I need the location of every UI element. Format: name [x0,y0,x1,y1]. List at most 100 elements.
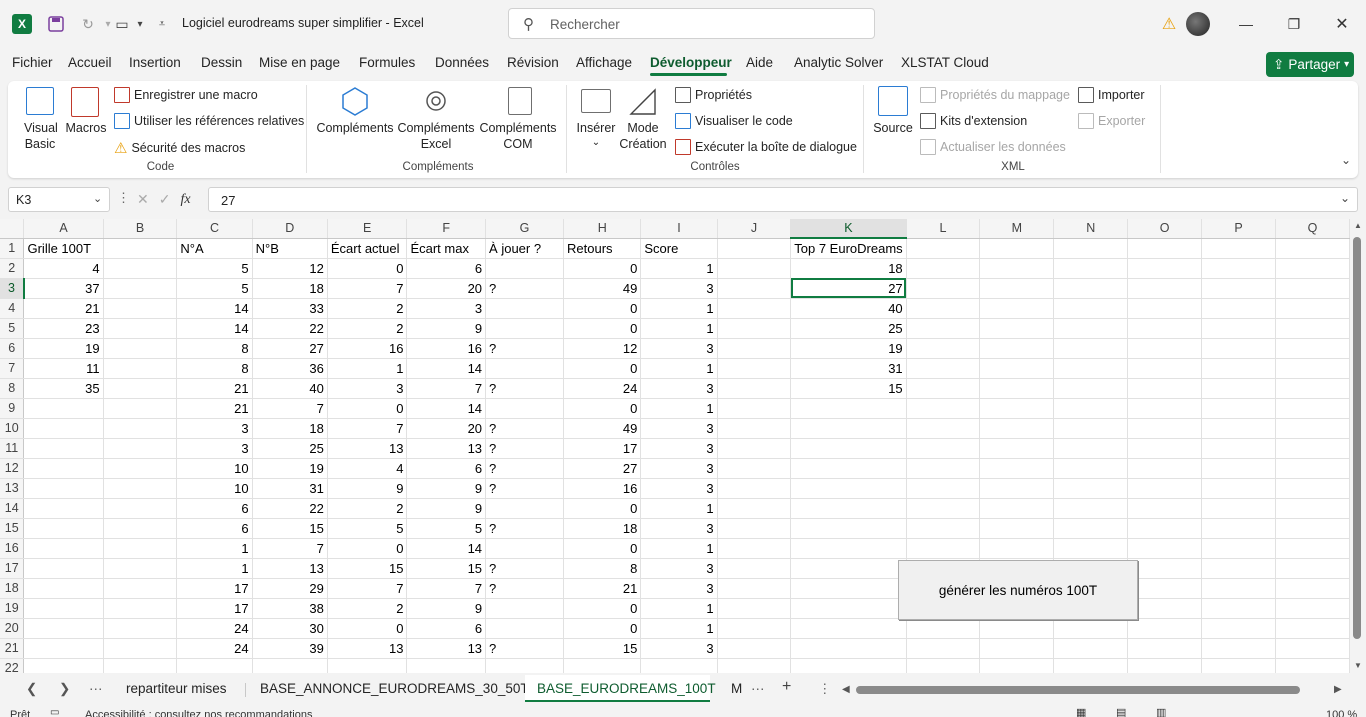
cell-j10[interactable] [717,418,792,439]
tab-xlstat-cloud[interactable]: XLSTAT Cloud [901,55,989,70]
cell-b2[interactable] [103,258,178,279]
tab-dessin[interactable]: Dessin [201,55,242,70]
cell-e20[interactable]: 0 [327,618,408,639]
cell-d21[interactable]: 39 [252,638,328,659]
cell-n10[interactable] [1053,418,1129,439]
cell-a8[interactable]: 35 [23,378,104,399]
cell-g20[interactable] [485,618,565,639]
cell-c17[interactable]: 1 [176,558,253,579]
cell-f18[interactable]: 7 [406,578,487,599]
cell-q9[interactable] [1275,398,1350,419]
cell-b10[interactable] [103,418,178,439]
cell-e7[interactable]: 1 [327,358,408,379]
cell-i22[interactable] [640,658,718,673]
cell-e9[interactable]: 0 [327,398,408,419]
cell-d22[interactable] [252,658,328,673]
cell-j15[interactable] [717,518,792,539]
cell-j2[interactable] [717,258,792,279]
column-header-j[interactable]: J [717,219,792,239]
cell-b22[interactable] [103,658,178,673]
cell-d1[interactable]: N°B [252,238,328,259]
cell-f9[interactable]: 14 [406,398,487,419]
expand-formula-icon[interactable]: ⌄ [1340,191,1350,205]
cell-m8[interactable] [979,378,1055,399]
cell-n5[interactable] [1053,318,1129,339]
cell-l1[interactable] [906,238,981,259]
cell-q8[interactable] [1275,378,1350,399]
cell-b14[interactable] [103,498,178,519]
cell-g7[interactable] [485,358,565,379]
cell-n8[interactable] [1053,378,1129,399]
cell-n21[interactable] [1053,638,1129,659]
cell-k12[interactable] [790,458,907,479]
cell-l7[interactable] [906,358,981,379]
cell-n9[interactable] [1053,398,1129,419]
cell-g14[interactable] [485,498,565,519]
cell-k21[interactable] [790,638,907,659]
cell-d14[interactable]: 22 [252,498,328,519]
cell-p8[interactable] [1201,378,1276,399]
zoom-level[interactable]: 100 % [1326,709,1357,717]
cell-o13[interactable] [1127,478,1203,499]
cell-d11[interactable]: 25 [252,438,328,459]
cell-o16[interactable] [1127,538,1203,559]
cell-h7[interactable]: 0 [563,358,642,379]
cell-q7[interactable] [1275,358,1350,379]
cell-c1[interactable]: N°A [176,238,253,259]
cell-p17[interactable] [1201,558,1276,579]
cell-d13[interactable]: 31 [252,478,328,499]
tab-affichage[interactable]: Affichage [576,55,632,70]
cell-e22[interactable] [327,658,408,673]
tab-aide[interactable]: Aide [746,55,773,70]
cell-f16[interactable]: 14 [406,538,487,559]
cell-n2[interactable] [1053,258,1129,279]
cell-c22[interactable] [176,658,253,673]
run-dialog-button[interactable]: Exécuter la boîte de dialogue [675,139,857,155]
function-icon[interactable]: fx [180,192,190,208]
column-header-o[interactable]: O [1127,219,1203,239]
cell-k11[interactable] [790,438,907,459]
cell-g5[interactable] [485,318,565,339]
cell-d8[interactable]: 40 [252,378,328,399]
cell-c14[interactable]: 6 [176,498,253,519]
cell-b12[interactable] [103,458,178,479]
row-header[interactable]: 15 [0,518,25,539]
cell-i16[interactable]: 1 [640,538,718,559]
cell-g16[interactable] [485,538,565,559]
cell-q4[interactable] [1275,298,1350,319]
quick-access-dropdown-icon[interactable]: ▾ [128,12,152,36]
cell-i20[interactable]: 1 [640,618,718,639]
column-header-e[interactable]: E [327,219,408,239]
cell-d6[interactable]: 27 [252,338,328,359]
macro-record-icon[interactable]: ▭ [50,707,59,717]
collapse-ribbon-icon[interactable]: ⌄ [1341,153,1351,167]
cell-k19[interactable] [790,598,907,619]
cell-n20[interactable] [1053,618,1129,639]
cell-k20[interactable] [790,618,907,639]
cell-o18[interactable] [1127,578,1203,599]
cell-k7[interactable]: 31 [790,358,907,379]
cell-l2[interactable] [906,258,981,279]
cell-n16[interactable] [1053,538,1129,559]
worksheet[interactable]: A B C D E F G H I J K L M N O P Q 1 Grille 100T N°A N°B Écart… [0,219,1350,673]
cell-e16[interactable]: 0 [327,538,408,559]
cell-e3[interactable]: 7 [327,278,408,299]
cell-a13[interactable] [23,478,104,499]
cell-f15[interactable]: 5 [406,518,487,539]
cell-p18[interactable] [1201,578,1276,599]
cell-b7[interactable] [103,358,178,379]
cell-i12[interactable]: 3 [640,458,718,479]
avatar[interactable] [1186,12,1210,36]
column-header-b[interactable]: B [103,219,178,239]
cell-o7[interactable] [1127,358,1203,379]
vertical-scrollbar[interactable]: ▲ ▼ [1350,219,1366,673]
cell-l12[interactable] [906,458,981,479]
row-header[interactable]: 21 [0,638,25,659]
cell-m21[interactable] [979,638,1055,659]
cell-i6[interactable]: 3 [640,338,718,359]
row-header[interactable]: 17 [0,558,25,579]
cell-f17[interactable]: 15 [406,558,487,579]
cell-i21[interactable]: 3 [640,638,718,659]
cell-m5[interactable] [979,318,1055,339]
cell-c3[interactable]: 5 [176,278,253,299]
